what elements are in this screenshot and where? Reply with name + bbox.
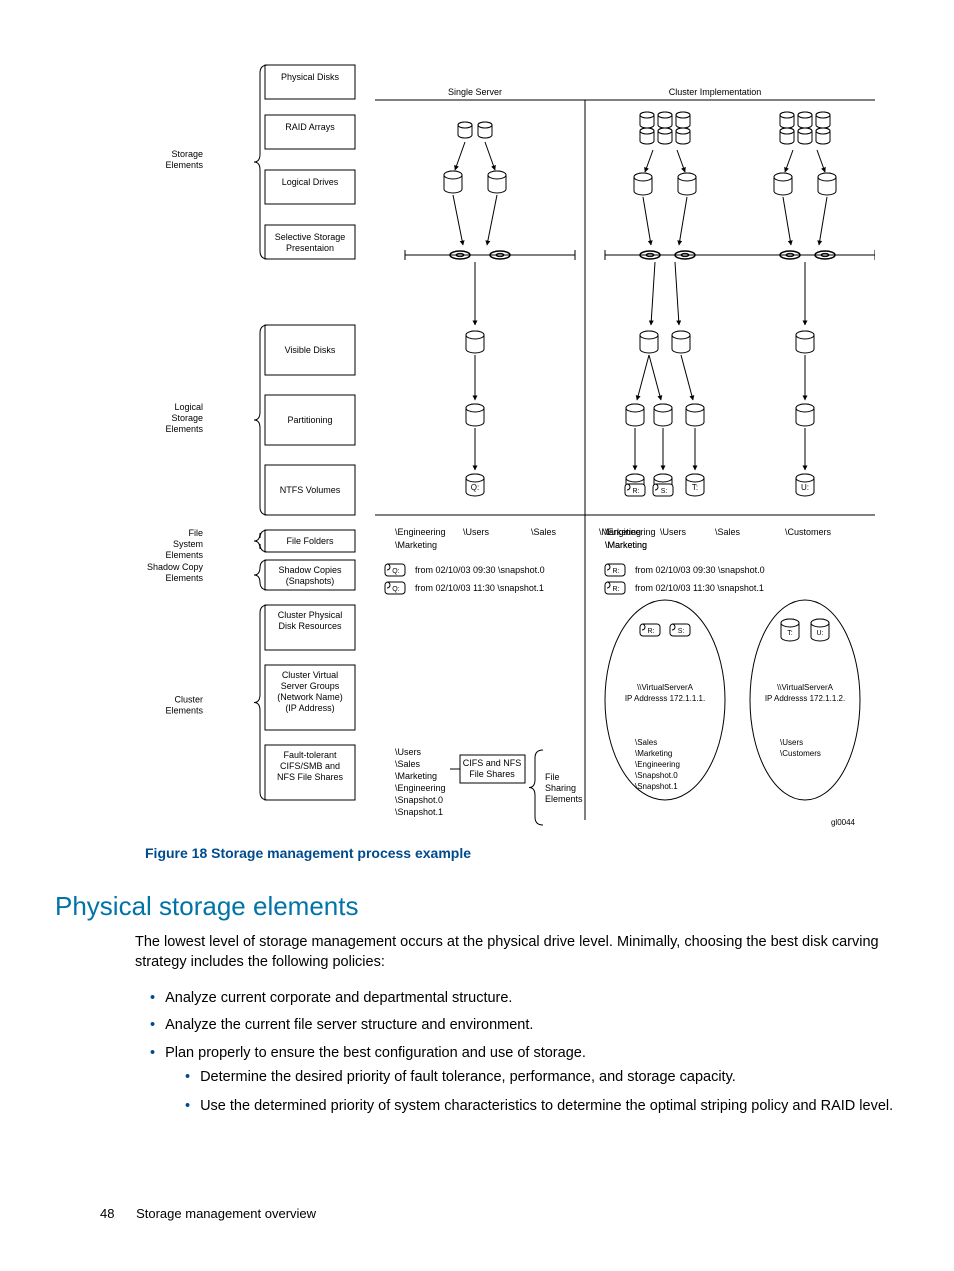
figure-caption: Figure 18 Storage management process exa… (145, 845, 899, 861)
svg-text:gl0044: gl0044 (831, 818, 856, 827)
svg-text:\Sales: \Sales (635, 738, 657, 747)
svg-text:U:: U: (817, 630, 824, 637)
svg-text:Cluster VirtualServer Groups(N: Cluster VirtualServer Groups(Network Nam… (277, 670, 343, 713)
svg-text:\Customers: \Customers (785, 527, 832, 537)
svg-text:Shadow Copies(Snapshots): Shadow Copies(Snapshots) (278, 565, 342, 586)
svg-text:Partitioning: Partitioning (287, 415, 332, 425)
svg-text:Cluster PhysicalDisk Resources: Cluster PhysicalDisk Resources (278, 610, 343, 631)
svg-text:File Folders: File Folders (286, 536, 334, 546)
svg-text:\Customers: \Customers (780, 749, 821, 758)
svg-text:T:: T: (787, 630, 793, 637)
svg-text:Physical Disks: Physical Disks (281, 72, 340, 82)
svg-text:LogicalStorageElements: LogicalStorageElements (165, 402, 203, 434)
svg-text:T:: T: (692, 483, 698, 492)
svg-text:\Engineering: \Engineering (635, 760, 680, 769)
svg-text:CIFS and NFSFile Shares: CIFS and NFSFile Shares (463, 758, 522, 779)
page-footer: 48 Storage management overview (100, 1206, 899, 1221)
intro-paragraph: The lowest level of storage management o… (135, 932, 899, 973)
page-number: 48 (100, 1206, 114, 1221)
bullet-list: Analyze current corporate and department… (150, 985, 899, 1116)
list-item: Determine the desired priority of fault … (185, 1067, 899, 1087)
svg-text:R:: R: (648, 628, 655, 635)
svg-text:\Users: \Users (395, 747, 422, 757)
svg-text:Fault-tolerantCIFS/SMB andNFS: Fault-tolerantCIFS/SMB andNFS File Share… (277, 750, 344, 782)
svg-text:Q:: Q: (471, 483, 479, 492)
svg-text:\\VirtualServerAIP Addresss 17: \\VirtualServerAIP Addresss 172.1.1.1. (625, 683, 705, 703)
svg-text:\Engineering: \Engineering (395, 527, 446, 537)
svg-text:\Users: \Users (660, 527, 687, 537)
list-item: Use the determined priority of system ch… (185, 1096, 899, 1116)
svg-text:from 02/10/03 11:30 \snapshot.: from 02/10/03 11:30 \snapshot.1 (415, 583, 544, 593)
svg-text:\Snapshot.0: \Snapshot.0 (635, 771, 678, 780)
svg-text:\Snapshot.1: \Snapshot.1 (395, 807, 443, 817)
svg-text:from 02/10/03 09:30 \snapshot.: from 02/10/03 09:30 \snapshot.0 (635, 565, 765, 575)
svg-text:Logical Drives: Logical Drives (282, 177, 339, 187)
svg-text:Shadow CopyElements: Shadow CopyElements (147, 562, 204, 583)
chapter-title: Storage management overview (136, 1206, 316, 1221)
svg-text:\Sales: \Sales (715, 527, 741, 537)
svg-text:\Snapshot.1: \Snapshot.1 (635, 782, 678, 791)
svg-text:S:: S: (678, 628, 685, 635)
svg-text:\Sales: \Sales (531, 527, 557, 537)
svg-text:StorageElements: StorageElements (165, 149, 203, 170)
list-item: Analyze current corporate and department… (150, 985, 899, 1013)
svg-text:\\VirtualServerAIP Addresss 17: \\VirtualServerAIP Addresss 172.1.1.2. (765, 683, 845, 703)
list-item: Plan properly to ensure the best configu… (150, 1040, 899, 1116)
svg-text:\Snapshot.0: \Snapshot.0 (395, 795, 443, 805)
list-item: Analyze the current file server structur… (150, 1012, 899, 1040)
svg-text:\Users: \Users (780, 738, 803, 747)
section-heading: Physical storage elements (55, 891, 899, 922)
svg-text:RAID Arrays: RAID Arrays (285, 122, 335, 132)
svg-text:\Sales: \Sales (395, 759, 421, 769)
svg-text:R:: R: (633, 488, 640, 495)
svg-text:S:: S: (661, 488, 668, 495)
svg-text:from 02/10/03 11:30 \snapshot.: from 02/10/03 11:30 \snapshot.1 (635, 583, 764, 593)
svg-text:from 02/10/03 09:30 \snapshot.: from 02/10/03 09:30 \snapshot.0 (415, 565, 545, 575)
svg-text:\Marketing: \Marketing (605, 540, 647, 550)
svg-text:R:: R: (613, 568, 620, 575)
svg-text:Q:: Q: (392, 586, 399, 593)
svg-text:FileSharingElements: FileSharingElements (545, 772, 583, 804)
svg-text:\Engineering: \Engineering (605, 527, 656, 537)
svg-text:\Engineering: \Engineering (395, 783, 446, 793)
svg-text:ClusterElements: ClusterElements (165, 695, 203, 716)
svg-text:U:: U: (801, 483, 809, 492)
svg-text:Single Server: Single Server (448, 87, 502, 97)
svg-text:\Marketing: \Marketing (395, 540, 437, 550)
svg-text:FileSystemElements: FileSystemElements (165, 528, 203, 560)
svg-text:\Marketing: \Marketing (635, 749, 672, 758)
sub-bullet-list: Determine the desired priority of fault … (185, 1067, 899, 1116)
svg-text:R:: R: (613, 586, 620, 593)
svg-text:Cluster Implementation: Cluster Implementation (669, 87, 762, 97)
svg-text:Q:: Q: (392, 568, 399, 575)
svg-text:NTFS Volumes: NTFS Volumes (280, 485, 341, 495)
svg-text:\Marketing: \Marketing (395, 771, 437, 781)
diagram-container: Physical Disks RAID Arrays Logical Drives S… (115, 50, 899, 835)
storage-diagram: Physical Disks RAID Arrays Logical Drives S… (115, 50, 875, 830)
svg-text:\Users: \Users (463, 527, 490, 537)
svg-text:Visible Disks: Visible Disks (285, 345, 336, 355)
